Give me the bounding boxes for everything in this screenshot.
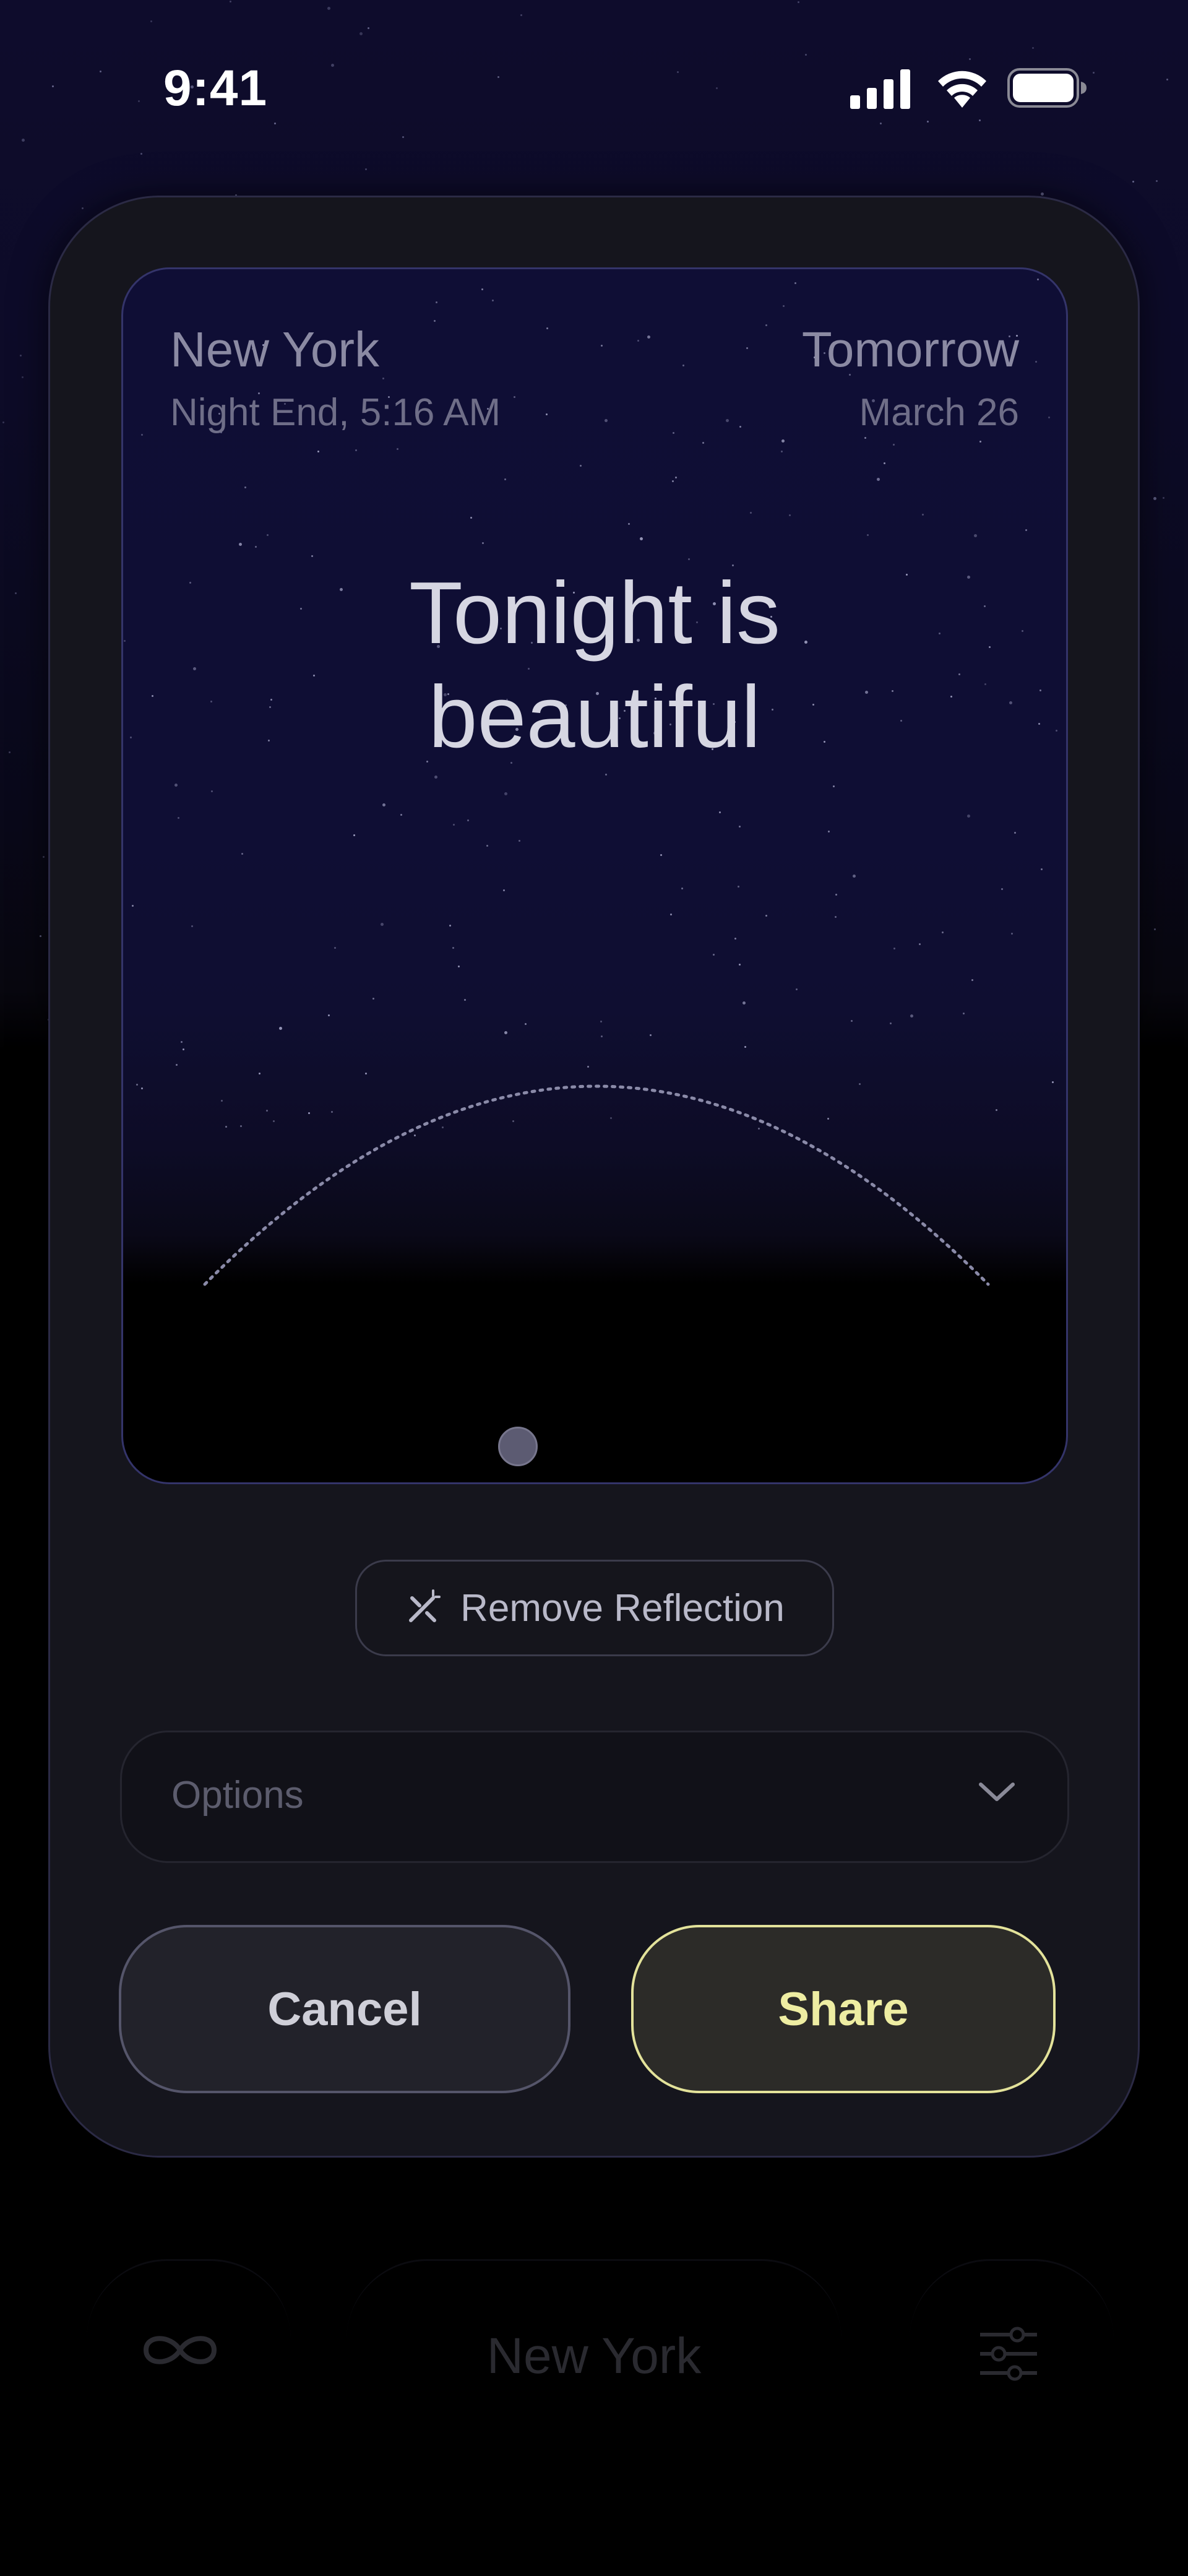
star	[805, 54, 807, 56]
star	[359, 32, 363, 35]
wifi-icon	[934, 64, 990, 111]
options-label: Options	[171, 1774, 304, 1817]
star	[927, 121, 929, 123]
sparkle-remove-icon	[405, 1589, 442, 1627]
star	[274, 123, 276, 124]
remove-reflection-button[interactable]: Remove Reflection	[355, 1560, 834, 1656]
star	[52, 85, 54, 87]
sun-position-marker	[498, 1427, 538, 1466]
star	[497, 76, 499, 78]
star	[138, 100, 140, 102]
star	[22, 139, 25, 142]
cancel-button[interactable]: Cancel	[119, 1925, 570, 2093]
star	[15, 592, 17, 594]
star	[40, 935, 41, 937]
share-button[interactable]: Share	[631, 1925, 1056, 2093]
star	[979, 119, 981, 121]
star	[1166, 79, 1168, 80]
star	[140, 153, 142, 155]
star	[1041, 192, 1044, 196]
star	[2, 421, 4, 423]
star	[1163, 497, 1164, 499]
options-select[interactable]: Options	[120, 1731, 1069, 1863]
sun-arc	[203, 1084, 990, 1286]
star	[82, 207, 84, 209]
star	[230, 1, 231, 2]
star	[9, 751, 11, 753]
star	[368, 27, 369, 29]
chevron-down-icon	[978, 1779, 1015, 1807]
signal-icon	[850, 69, 912, 112]
star	[327, 7, 330, 10]
star	[331, 64, 334, 67]
star	[880, 123, 882, 124]
star	[1156, 180, 1158, 182]
share-card-preview: New York Night End, 5:16 AM Tomorrow Mar…	[121, 267, 1068, 1484]
remove-reflection-label: Remove Reflection	[460, 1586, 785, 1630]
sliders-icon[interactable]	[978, 2326, 1040, 2385]
star	[402, 136, 404, 138]
star	[1093, 72, 1095, 74]
battery-icon	[1007, 68, 1088, 111]
star	[520, 14, 522, 16]
star	[1154, 928, 1156, 930]
star	[365, 168, 367, 170]
star	[969, 58, 971, 60]
star	[100, 71, 101, 72]
star	[1153, 497, 1156, 500]
star	[1132, 181, 1134, 183]
star	[20, 355, 22, 357]
star	[1032, 47, 1034, 49]
star	[150, 20, 152, 22]
star	[716, 87, 718, 89]
star	[22, 376, 24, 378]
star	[677, 71, 679, 73]
status-time: 9:41	[163, 60, 268, 116]
star	[798, 1, 799, 3]
star	[43, 856, 45, 858]
